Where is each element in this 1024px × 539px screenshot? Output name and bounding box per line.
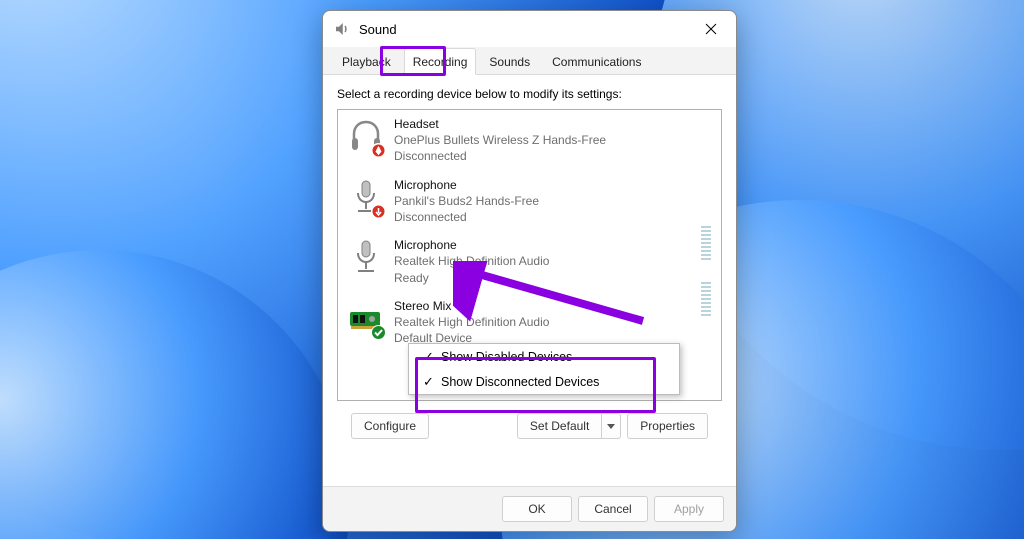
tab-communications[interactable]: Communications bbox=[543, 48, 650, 75]
default-badge-icon bbox=[371, 325, 386, 340]
apply-button[interactable]: Apply bbox=[654, 496, 724, 522]
device-desc: OnePlus Bullets Wireless Z Hands-Free bbox=[394, 132, 711, 148]
microphone-icon bbox=[348, 177, 384, 217]
tab-content: Select a recording device below to modif… bbox=[323, 75, 736, 439]
menu-show-disabled[interactable]: ✓ Show Disabled Devices bbox=[409, 344, 679, 369]
sound-dialog: Sound Playback Recording Sounds Communic… bbox=[322, 10, 737, 532]
device-desc: Pankil's Buds2 Hands-Free bbox=[394, 193, 711, 209]
device-status: Disconnected bbox=[394, 148, 711, 164]
properties-button[interactable]: Properties bbox=[627, 413, 708, 439]
device-name: Microphone bbox=[394, 177, 711, 193]
config-button-row: Configure Set Default Properties bbox=[337, 401, 722, 439]
device-item-microphone-realtek[interactable]: Microphone Realtek High Definition Audio… bbox=[338, 231, 721, 292]
menu-show-disconnected[interactable]: ✓ Show Disconnected Devices bbox=[409, 369, 679, 394]
tab-bar: Playback Recording Sounds Communications bbox=[323, 47, 736, 75]
sound-icon bbox=[333, 20, 351, 38]
ok-button[interactable]: OK bbox=[502, 496, 572, 522]
configure-button[interactable]: Configure bbox=[351, 413, 429, 439]
window-title: Sound bbox=[359, 22, 696, 37]
close-icon bbox=[705, 23, 717, 35]
cancel-button[interactable]: Cancel bbox=[578, 496, 648, 522]
set-default-split-button[interactable]: Set Default bbox=[517, 413, 621, 439]
close-button[interactable] bbox=[696, 14, 726, 44]
soundcard-icon bbox=[348, 298, 384, 338]
chevron-down-icon bbox=[607, 424, 615, 429]
titlebar[interactable]: Sound bbox=[323, 11, 736, 47]
set-default-dropdown[interactable] bbox=[602, 413, 621, 439]
disconnected-badge-icon bbox=[371, 204, 386, 219]
level-meter bbox=[701, 282, 711, 318]
disconnected-badge-icon bbox=[371, 143, 386, 158]
tab-sounds[interactable]: Sounds bbox=[480, 48, 539, 75]
checkmark-icon: ✓ bbox=[423, 374, 441, 390]
device-status: Disconnected bbox=[394, 209, 711, 225]
device-status: Ready bbox=[394, 270, 711, 286]
device-name: Stereo Mix bbox=[394, 298, 711, 314]
tab-playback[interactable]: Playback bbox=[333, 48, 400, 75]
microphone-icon bbox=[348, 237, 384, 277]
checkmark-icon: ✓ bbox=[423, 349, 441, 365]
level-meter bbox=[701, 226, 711, 262]
device-desc: Realtek High Definition Audio bbox=[394, 253, 711, 269]
tab-recording[interactable]: Recording bbox=[404, 48, 477, 75]
device-list[interactable]: Headset OnePlus Bullets Wireless Z Hands… bbox=[337, 109, 722, 401]
menu-label: Show Disconnected Devices bbox=[441, 375, 599, 389]
instruction-text: Select a recording device below to modif… bbox=[337, 87, 722, 101]
context-menu: ✓ Show Disabled Devices ✓ Show Disconnec… bbox=[408, 343, 680, 395]
device-name: Microphone bbox=[394, 237, 711, 253]
device-name: Headset bbox=[394, 116, 711, 132]
dialog-footer: OK Cancel Apply bbox=[323, 486, 736, 531]
headset-icon bbox=[348, 116, 384, 156]
menu-label: Show Disabled Devices bbox=[441, 350, 572, 364]
set-default-button[interactable]: Set Default bbox=[517, 413, 602, 439]
device-item-headset[interactable]: Headset OnePlus Bullets Wireless Z Hands… bbox=[338, 110, 721, 171]
device-desc: Realtek High Definition Audio bbox=[394, 314, 711, 330]
device-item-microphone-buds[interactable]: Microphone Pankil's Buds2 Hands-Free Dis… bbox=[338, 171, 721, 232]
